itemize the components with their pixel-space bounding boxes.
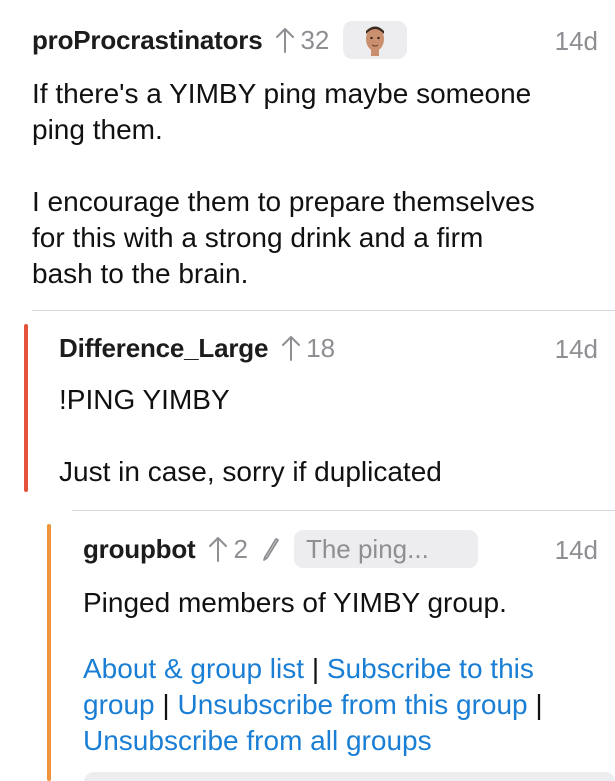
upvote-icon[interactable] bbox=[207, 535, 229, 563]
upvote-icon[interactable] bbox=[280, 334, 302, 362]
score: 2 bbox=[233, 533, 248, 564]
comment-meta: Difference_Large 18 bbox=[59, 328, 335, 368]
unsubscribe-all-link[interactable]: Unsubscribe from all groups bbox=[83, 725, 432, 756]
link-separator: | bbox=[311, 653, 320, 684]
unsubscribe-link[interactable]: Unsubscribe from this group bbox=[177, 689, 527, 720]
username[interactable]: Difference_Large bbox=[59, 333, 268, 364]
comment-proprocrastinators: proProcrastinators 32 14d If there's a Y… bbox=[0, 0, 615, 310]
comment-meta: groupbot 2 The ping... bbox=[83, 529, 478, 569]
thread-depth-bar[interactable] bbox=[47, 524, 51, 781]
username[interactable]: groupbot bbox=[83, 534, 196, 565]
comment-body: Pinged members of YIMBY group. bbox=[83, 587, 507, 618]
user-avatar-flair bbox=[343, 21, 408, 59]
score: 18 bbox=[306, 332, 336, 363]
comment-age: 14d bbox=[554, 535, 598, 565]
comment-thread: proProcrastinators 32 14d If there's a Y… bbox=[0, 0, 615, 781]
divider bbox=[32, 310, 615, 311]
comment-meta: proProcrastinators 32 bbox=[32, 20, 408, 60]
comment-body: If there's a YIMBY ping maybe someone pi… bbox=[32, 78, 535, 289]
upvote-icon[interactable] bbox=[274, 26, 296, 54]
face-avatar-icon bbox=[366, 26, 385, 56]
link-separator: | bbox=[162, 689, 170, 720]
link-separator: | bbox=[535, 689, 543, 720]
username[interactable]: proProcrastinators bbox=[32, 25, 263, 56]
pencil-icon bbox=[263, 538, 279, 561]
user-flair: The ping... bbox=[293, 530, 478, 568]
next-comment-preview bbox=[84, 772, 615, 781]
comment-body: !PING YIMBY Just in case, sorry if dupli… bbox=[59, 384, 442, 487]
score: 32 bbox=[300, 24, 330, 55]
divider bbox=[72, 510, 615, 511]
thread-depth-bar[interactable] bbox=[24, 324, 28, 492]
comment-age: 14d bbox=[554, 334, 598, 364]
about-group-list-link[interactable]: About & group list bbox=[83, 653, 304, 684]
groupbot-links: About & group list | Subscribe to this g… bbox=[83, 651, 603, 759]
comment-age: 14d bbox=[554, 26, 598, 56]
